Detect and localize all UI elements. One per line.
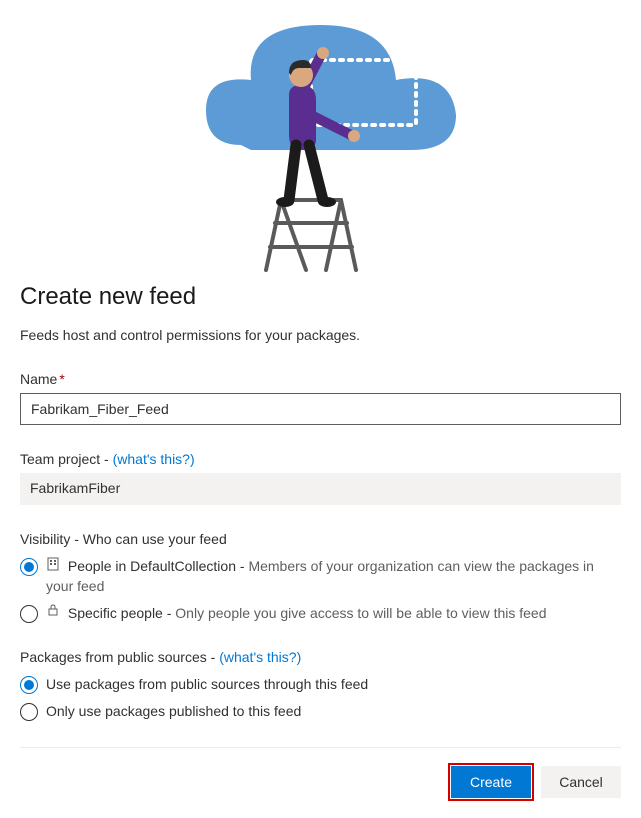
visibility-option-label: People in DefaultCollection - Members of… [46,557,621,596]
dialog-subtitle: Feeds host and control permissions for y… [20,327,621,343]
required-marker: * [59,371,64,387]
visibility-option-label: Specific people - Only people you give a… [46,604,621,624]
visibility-option-specific[interactable]: Specific people - Only people you give a… [20,604,621,624]
cancel-button[interactable]: Cancel [541,766,621,798]
public-sources-help-link[interactable]: (what's this?) [219,649,301,665]
visibility-option-org[interactable]: People in DefaultCollection - Members of… [20,557,621,596]
org-icon [46,557,60,576]
public-sources-option-only[interactable]: Only use packages published to this feed [20,702,621,721]
dialog-title: Create new feed [20,283,621,311]
team-project-value: FabrikamFiber [20,473,621,505]
public-sources-option-use[interactable]: Use packages from public sources through… [20,675,621,694]
divider [20,747,621,748]
team-project-help-link[interactable]: (what's this?) [113,451,195,467]
visibility-group: Visibility - Who can use your feed Peopl… [20,531,621,623]
cloud-person-illustration [151,5,491,275]
radio-icon[interactable] [20,558,38,576]
name-input[interactable] [20,393,621,425]
radio-icon[interactable] [20,676,38,694]
public-sources-label: Packages from public sources - (what's t… [20,649,621,665]
public-sources-option-label: Use packages from public sources through… [46,675,621,694]
visibility-label: Visibility - Who can use your feed [20,531,621,547]
radio-icon[interactable] [20,605,38,623]
lock-icon [46,603,60,622]
create-button[interactable]: Create [451,766,531,798]
name-field-group: Name* [20,371,621,425]
hero-illustration [20,0,621,275]
team-project-group: Team project - (what's this?) FabrikamFi… [20,451,621,505]
public-sources-group: Packages from public sources - (what's t… [20,649,621,721]
public-sources-option-label: Only use packages published to this feed [46,702,621,721]
radio-icon[interactable] [20,703,38,721]
team-project-label: Team project - (what's this?) [20,451,621,467]
name-label: Name* [20,371,621,387]
dialog-buttons: Create Cancel [20,766,621,798]
